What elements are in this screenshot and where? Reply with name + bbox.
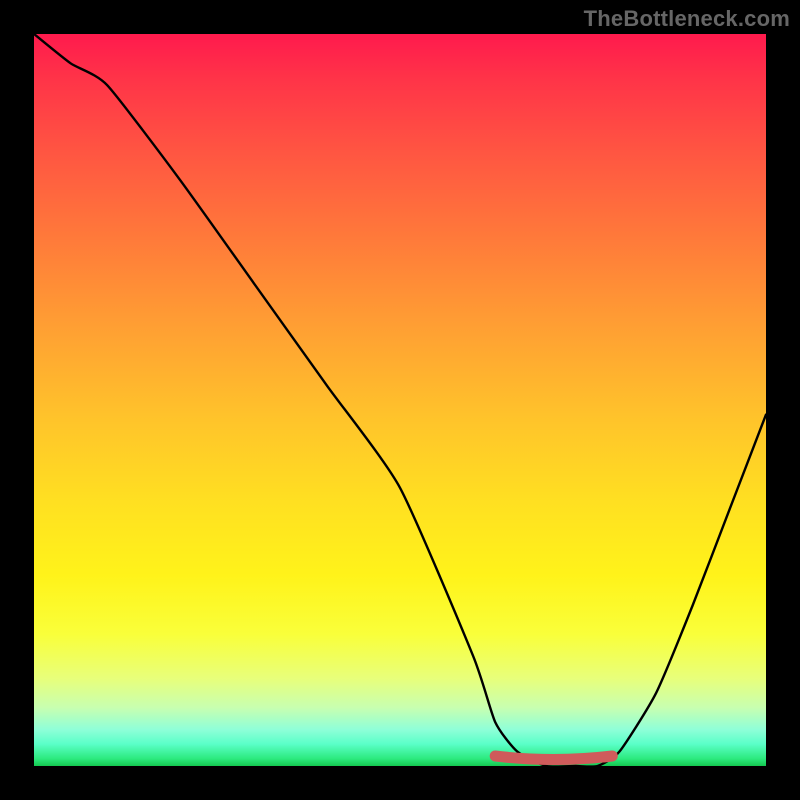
bottleneck-curve: [34, 34, 766, 766]
chart-plot-area: [34, 34, 766, 766]
curve-path: [34, 34, 766, 766]
watermark-text: TheBottleneck.com: [584, 6, 790, 32]
optimal-range-marker: [495, 756, 612, 760]
chart-frame: TheBottleneck.com: [0, 0, 800, 800]
